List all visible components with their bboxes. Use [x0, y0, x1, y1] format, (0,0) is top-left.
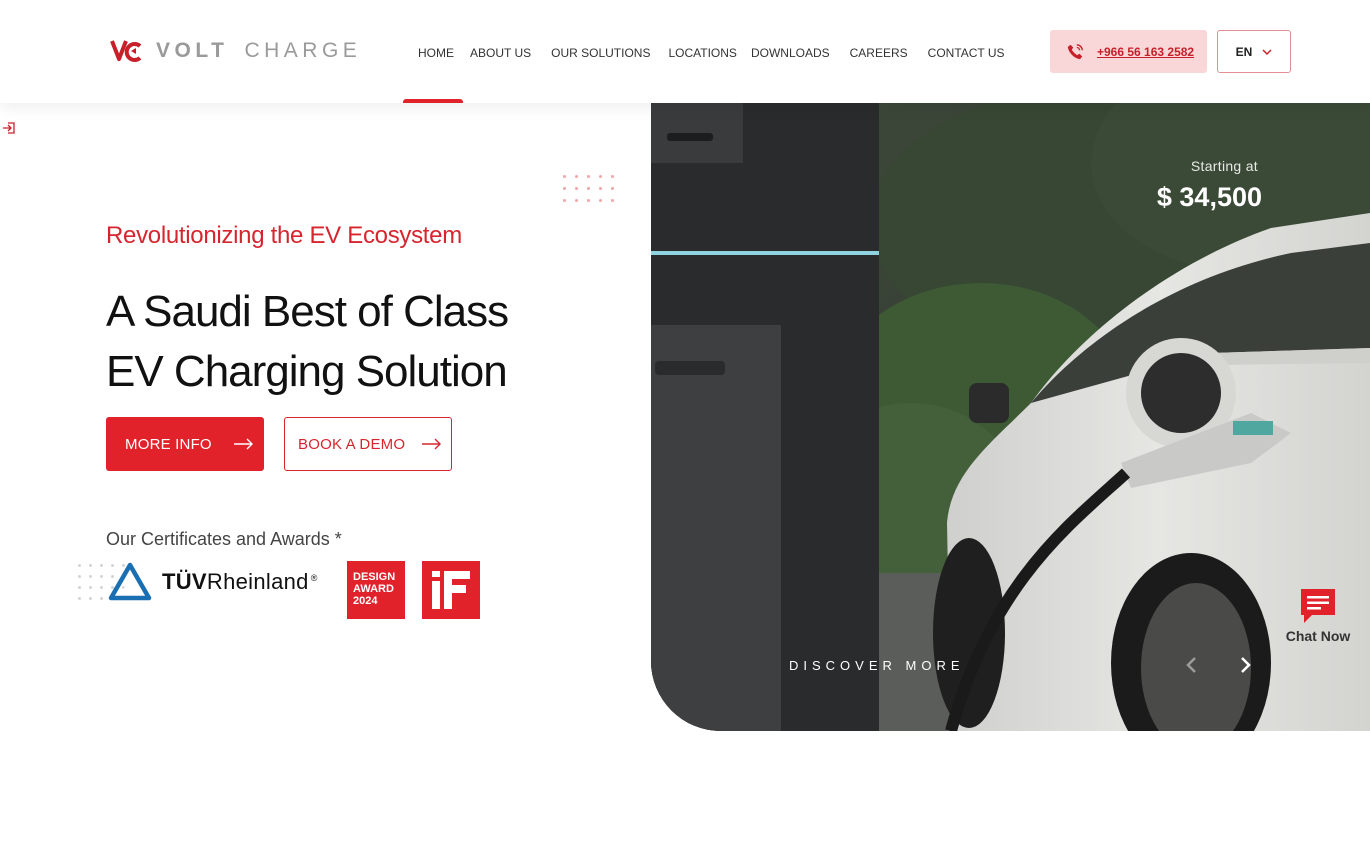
logo-word-charge: CHARGE	[244, 39, 362, 62]
tuv-triangle-icon	[108, 562, 152, 601]
more-info-button[interactable]: MORE INFO	[106, 417, 264, 471]
phone-number: +966 56 163 2582	[1097, 44, 1195, 59]
tuv-registered-mark: ®	[310, 572, 318, 583]
nav-careers[interactable]: CAREERS	[842, 46, 916, 60]
nav-our-solutions[interactable]: OUR SOLUTIONS	[543, 46, 658, 60]
main-nav: HOME ABOUT US OUR SOLUTIONS LOCATIONS DO…	[408, 46, 1013, 60]
chevron-left-icon[interactable]	[1184, 655, 1200, 675]
book-demo-button[interactable]: BOOK A DEMO	[284, 417, 452, 471]
language-selector[interactable]: EN	[1217, 30, 1291, 73]
chat-now-label: Chat Now	[1285, 628, 1351, 644]
phone-icon	[1067, 43, 1083, 59]
volt-charge-logo[interactable]: VOLT CHARGE	[110, 36, 361, 66]
chat-bubble-icon	[1301, 589, 1335, 623]
book-demo-label: BOOK A DEMO	[298, 435, 406, 453]
hero-slide-image: Starting at $ 34,500 DISCOVER MORE	[651, 103, 1370, 731]
price-value: $ 34,500	[1156, 182, 1262, 212]
phone-button[interactable]: +966 56 163 2582	[1050, 30, 1207, 73]
nav-downloads[interactable]: DOWNLOADS	[743, 46, 838, 60]
nav-about-us[interactable]: ABOUT US	[462, 46, 539, 60]
if-logo-icon	[432, 571, 470, 609]
tuv-prefix: TÜV	[162, 569, 207, 594]
arrow-right-icon	[233, 438, 253, 450]
chevron-down-icon	[1262, 48, 1272, 55]
nav-locations[interactable]: LOCATIONS	[660, 46, 744, 60]
site-header: VOLT CHARGE HOME ABOUT US OUR SOLUTIONS …	[0, 0, 1370, 103]
nav-home[interactable]: HOME	[410, 46, 462, 60]
decorative-dots-top	[563, 175, 614, 202]
vc-logo-mark-icon	[110, 40, 142, 62]
discover-more-link[interactable]: DISCOVER MORE	[789, 658, 965, 673]
tuv-rheinland-logo: TÜVRheinland ®	[108, 562, 318, 602]
nav-contact-us[interactable]: CONTACT US	[920, 46, 1013, 60]
login-icon[interactable]	[2, 121, 16, 135]
award-line1: DESIGN	[353, 571, 396, 583]
hero-headline: A Saudi Best of Class EV Charging Soluti…	[106, 282, 509, 402]
certificates-title: Our Certificates and Awards *	[106, 529, 342, 549]
nav-active-indicator	[403, 99, 463, 103]
if-award-logo	[422, 561, 480, 619]
logo-word-volt: VOLT	[156, 39, 229, 62]
hero-headline-line1: A Saudi Best of Class	[106, 287, 509, 336]
award-line2: AWARD	[353, 583, 394, 595]
language-label: EN	[1235, 44, 1253, 59]
arrow-right-icon	[422, 438, 442, 450]
hero-headline-line2: EV Charging Solution	[106, 347, 508, 396]
design-award-badge: DESIGN AWARD 2024	[347, 561, 405, 619]
award-line3: 2024	[353, 595, 378, 607]
ev-charging-scene	[651, 103, 1370, 731]
chat-now-widget[interactable]: Chat Now	[1282, 586, 1354, 644]
hero-subtitle: Revolutionizing the EV Ecosystem	[106, 222, 462, 249]
more-info-label: MORE INFO	[125, 435, 212, 453]
chevron-right-icon[interactable]	[1237, 655, 1253, 675]
tuv-suffix: Rheinland	[206, 569, 309, 594]
price-label: Starting at	[1190, 158, 1258, 174]
